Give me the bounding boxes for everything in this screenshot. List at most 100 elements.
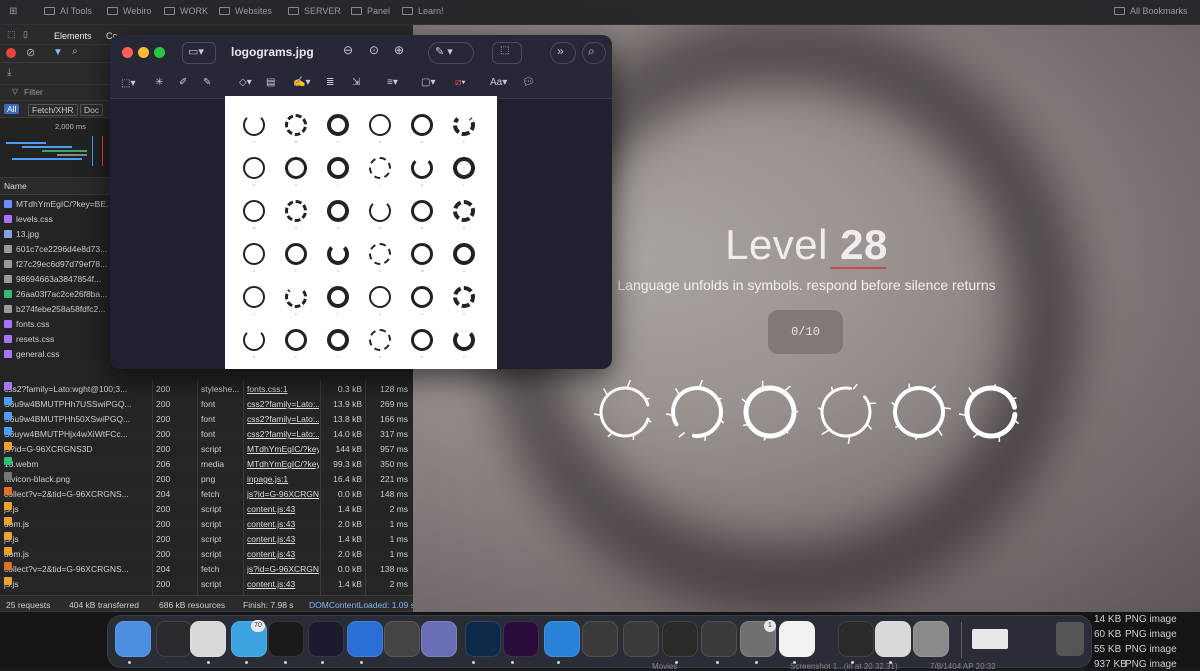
bookmark-server[interactable]: SERVER — [288, 6, 341, 16]
search-icon[interactable]: ⌕ — [72, 46, 78, 57]
bookmark-learn[interactable]: Learn! — [402, 6, 444, 16]
table-row[interactable]: S6u9w4BMUTPHh7USSwiPGQ...200fontcss2?fam… — [0, 397, 413, 412]
draw-icon[interactable]: ✎ — [203, 77, 211, 88]
premiere-dock-icon[interactable] — [503, 621, 539, 657]
request-row[interactable]: general.css — [0, 347, 108, 362]
vscode-dock-icon[interactable] — [347, 621, 383, 657]
instant-alpha-icon[interactable]: ✳ — [155, 77, 163, 88]
zoom-in-icon[interactable]: ⊕ — [394, 43, 404, 57]
request-initiator[interactable]: content.js:43 — [247, 502, 319, 517]
request-initiator[interactable]: inpage.js:1 — [247, 472, 319, 487]
filter-input[interactable]: Filter — [24, 87, 43, 97]
table-row[interactable]: dom.js200scriptcontent.js:432.0 kB1 ms — [0, 517, 413, 532]
request-initiator[interactable]: css2?family=Lato:... — [247, 427, 319, 442]
logogram-option[interactable] — [959, 380, 1023, 444]
request-initiator[interactable]: MTdhYmEgIC/?key — [247, 457, 319, 472]
request-initiator[interactable]: content.js:43 — [247, 547, 319, 562]
request-row[interactable]: f27c29ec6d97d79ef78... — [0, 257, 108, 272]
table-row[interactable]: js?id=G-96XCRGNS3D200scriptMTdhYmEgIC/?k… — [0, 442, 413, 457]
request-row[interactable]: 13.jpg — [0, 227, 108, 242]
bookmark-panel[interactable]: Panel — [351, 6, 390, 16]
bookmark-work[interactable]: WORK — [164, 6, 208, 16]
table-row[interactable]: js.js200scriptcontent.js:431.4 kB2 ms — [0, 502, 413, 517]
request-initiator[interactable]: content.js:43 — [247, 532, 319, 547]
line-style-icon[interactable]: ≡▾ — [387, 77, 398, 88]
logogram-option[interactable] — [738, 380, 802, 444]
request-row[interactable]: levels.css — [0, 212, 108, 227]
fill-color-icon[interactable]: ⧄▾ — [455, 77, 466, 88]
adjust-size-icon[interactable]: ⇲ — [352, 77, 360, 88]
x-dock-icon[interactable] — [268, 621, 304, 657]
table-row[interactable]: dom.js200scriptcontent.js:432.0 kB1 ms — [0, 547, 413, 562]
device-icon[interactable]: ▯ — [23, 29, 28, 40]
request-row[interactable]: b274febe258a58fdfc2... — [0, 302, 108, 317]
close-button[interactable] — [122, 47, 133, 58]
trash-icon[interactable] — [1056, 622, 1084, 656]
terminal-dock-icon[interactable] — [156, 621, 192, 657]
request-initiator[interactable]: MTdhYmEgIC/?key — [247, 442, 319, 457]
request-row[interactable]: resets.css — [0, 332, 108, 347]
border-color-icon[interactable]: ▢▾ — [421, 77, 435, 88]
adjust-color-icon[interactable]: ≣ — [326, 77, 334, 88]
sign-icon[interactable]: ✍▾ — [293, 77, 310, 88]
bookmark-webiro[interactable]: Webiro — [107, 6, 151, 16]
minimize-button[interactable] — [138, 47, 149, 58]
request-row[interactable]: 26aa03f7ac2ce26f8ba... — [0, 287, 108, 302]
request-initiator[interactable]: content.js:43 — [247, 577, 319, 592]
table-row[interactable]: js.js200scriptcontent.js:431.4 kB2 ms — [0, 577, 413, 592]
zoom-out-icon[interactable]: ⊖ — [343, 43, 353, 57]
apps-grid-icon[interactable]: ⊞ — [9, 6, 17, 17]
request-initiator[interactable]: fonts.css:1 — [247, 382, 319, 397]
request-row[interactable]: 98694663a3847854f... — [0, 272, 108, 287]
table-row[interactable]: collect?v=2&tid=G-96XCRGNS...204fetchjs?… — [0, 562, 413, 577]
downloads-stack[interactable] — [972, 629, 1008, 649]
request-initiator[interactable]: js?id=G-96XCRGN — [247, 562, 319, 577]
annotate-icon[interactable]: 💬︎ — [522, 77, 535, 88]
clear-icon[interactable]: ⊘ — [26, 46, 35, 59]
figma-like-dock-icon[interactable] — [701, 621, 737, 657]
table-row[interactable]: js.js200scriptcontent.js:431.4 kB1 ms — [0, 532, 413, 547]
record-icon[interactable] — [6, 48, 16, 58]
text-style-icon[interactable]: Aa▾ — [490, 77, 507, 88]
table-row[interactable]: collect?v=2&tid=G-96XCRGNS...204fetchjs?… — [0, 487, 413, 502]
request-initiator[interactable]: content.js:43 — [247, 517, 319, 532]
request-row[interactable]: 601c7ce2296d4e8d73... — [0, 242, 108, 257]
phpstorm-dock-icon[interactable] — [308, 621, 344, 657]
logogram-option[interactable] — [887, 380, 951, 444]
request-row[interactable]: fonts.css — [0, 317, 108, 332]
stats-dock-icon[interactable] — [582, 621, 618, 657]
filter-icon[interactable]: ▼ — [53, 47, 63, 58]
request-initiator[interactable]: css2?family=Lato:... — [247, 397, 319, 412]
disk-dock-icon[interactable] — [913, 621, 949, 657]
type-all[interactable]: All — [4, 104, 19, 114]
selection-icon[interactable]: ⬚▾ — [121, 78, 135, 89]
type-doc[interactable]: Doc — [80, 104, 103, 116]
logogram-option[interactable] — [593, 380, 657, 444]
all-bookmarks[interactable]: All Bookmarks — [1114, 6, 1188, 16]
type-fetch[interactable]: Fetch/XHR — [28, 104, 78, 116]
request-initiator[interactable]: js?id=G-96XCRGN — [247, 487, 319, 502]
chrome-2-dock-icon[interactable] — [875, 621, 911, 657]
table-row[interactable]: 13.webm206mediaMTdhYmEgIC/?key99.3 kB350… — [0, 457, 413, 472]
shapes-icon[interactable]: ◇▾ — [239, 77, 252, 88]
sketch-icon[interactable]: ✐ — [179, 77, 187, 88]
table-row[interactable]: S6u9w4BMUTPHh50XSwiPGQ...200fontcss2?fam… — [0, 412, 413, 427]
table-row[interactable]: css2?family=Lato:wght@100;3...200stylesh… — [0, 382, 413, 397]
perplexity-dock-icon[interactable] — [662, 621, 698, 657]
tab-elements[interactable]: Elements — [54, 31, 92, 41]
request-row[interactable]: MTdhYmEgIC/?key=BE... — [0, 197, 108, 212]
request-initiator[interactable]: css2?family=Lato:... — [247, 412, 319, 427]
logogram-option[interactable] — [665, 380, 729, 444]
docker-dock-icon[interactable] — [544, 621, 580, 657]
table-row[interactable]: S6uyw4BMUTPHjx4wXiWtFCc...200fontcss2?fa… — [0, 427, 413, 442]
logogram-option[interactable] — [814, 380, 878, 444]
name-column-header[interactable]: Name — [4, 181, 27, 191]
photoshop-dock-icon[interactable] — [465, 621, 501, 657]
proton-dock-icon[interactable] — [384, 621, 420, 657]
chrome-dock-icon[interactable] — [190, 621, 226, 657]
calculator-dock-icon[interactable] — [838, 621, 874, 657]
chatgpt-dock-icon[interactable] — [779, 621, 815, 657]
inspect-icon[interactable]: ⬚ — [7, 29, 16, 40]
import-icon[interactable]: ⤓ — [7, 67, 11, 78]
text-box-icon[interactable]: ▤ — [266, 77, 275, 88]
